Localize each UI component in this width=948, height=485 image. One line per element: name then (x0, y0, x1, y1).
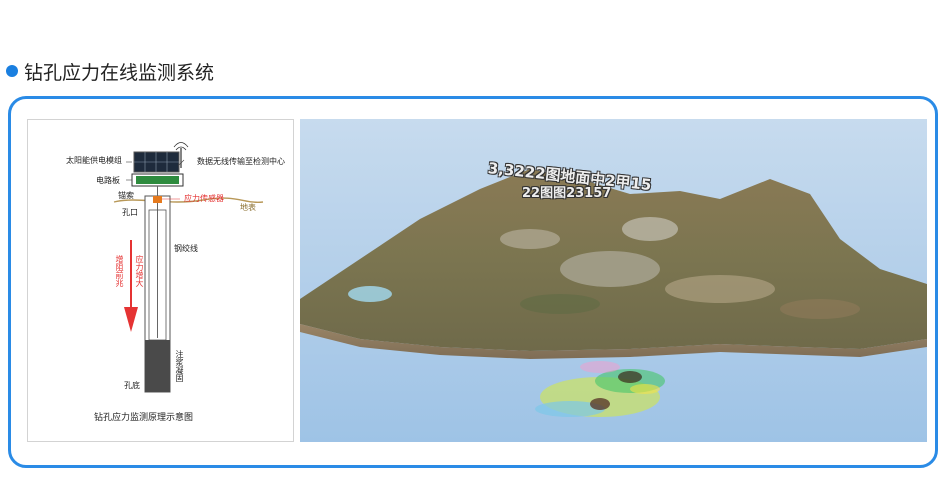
diagram-caption: 钻孔应力监测原理示意图 (94, 413, 194, 423)
terrain-3d-view[interactable]: 3,3222图地面中2甲15 22图图23157 (300, 119, 927, 442)
point-cloud (535, 361, 665, 417)
page-title: 钻孔应力在线监测系统 (24, 61, 215, 84)
anchor-label: 锚索 (118, 191, 134, 200)
solar-panel-icon (133, 151, 180, 173)
circuit-board (136, 176, 179, 184)
grout-label: 注浆凝固 (175, 350, 184, 382)
ground-label: 地表 (240, 203, 256, 212)
sensor-label: 应力传感器 (184, 194, 224, 203)
stress-increase-label: 应力增大 (135, 255, 144, 287)
solar-label: 太阳能供电模组 (66, 156, 122, 165)
borehole-schematic (113, 142, 264, 393)
hole-bottom-label: 孔底 (124, 381, 140, 390)
scene-overlay-text-2: 22图图23157 (522, 186, 612, 201)
bullet-icon (6, 65, 18, 77)
wire-label: 钢绞线 (174, 244, 198, 253)
grout-fill (145, 340, 170, 392)
borehole-diagram: 太阳能供电模组 数据无线传输至检测中心 电路板 锚索 应力传感器 地表 孔口 钢… (27, 119, 294, 442)
circuit-label: 电路板 (96, 176, 120, 185)
stress-arrow-head (124, 307, 138, 332)
terrain-render (300, 169, 927, 417)
wireless-label: 数据无线传输至检测中心 (197, 157, 285, 166)
hole-mouth-label: 孔口 (122, 208, 138, 217)
precursor-label: 增阻前兆 (115, 255, 124, 287)
stress-sensor (153, 196, 162, 203)
section-header: 钻孔应力在线监测系统 (6, 58, 214, 84)
